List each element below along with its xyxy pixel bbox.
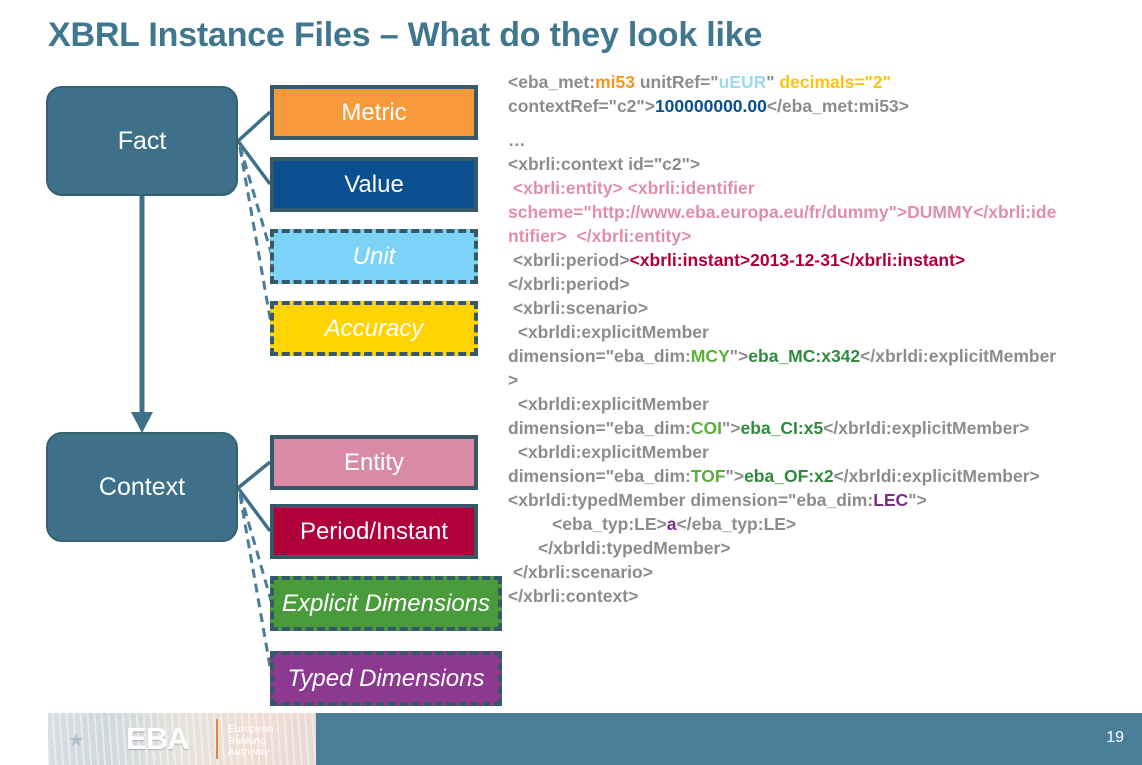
- code-line-15: dimension="eba_dim:COI">eba_CI:x5</xbrld…: [508, 418, 1030, 438]
- footer-bar: ★ EBA European Banking Authority 19: [48, 713, 1142, 765]
- node-fact[interactable]: Fact: [46, 86, 238, 196]
- star-icon: ★: [68, 730, 85, 750]
- code-line-11: <xbrldi:explicitMember: [508, 322, 709, 342]
- code-line-9: </xbrli:period>: [508, 274, 630, 294]
- code-line-3: …: [508, 130, 526, 150]
- concept-diagram: Fact Context Metric Value Unit Accuracy …: [0, 0, 505, 710]
- attr-entity[interactable]: Entity: [270, 435, 478, 490]
- code-line-5: <xbrli:entity> <xbrli:identifier: [508, 178, 755, 198]
- org-line-3: Authority: [228, 746, 270, 758]
- code-line-22: </xbrli:context>: [508, 586, 639, 606]
- attr-period-instant-label: Period/Instant: [299, 517, 449, 545]
- code-line-13: >: [508, 370, 519, 390]
- code-line-16: <xbrldi:explicitMember: [508, 442, 709, 462]
- code-line-17: dimension="eba_dim:TOF">eba_OF:x2</xbrld…: [508, 466, 1040, 486]
- logo-divider: [216, 719, 218, 759]
- page-number: 19: [1106, 729, 1124, 746]
- code-line-19: <eba_typ:LE>a</eba_typ:LE>: [552, 514, 797, 534]
- code-line-21: </xbrli:scenario>: [508, 562, 653, 582]
- code-line-4: <xbrli:context id="c2">: [508, 154, 701, 174]
- attr-explicit-dimensions[interactable]: Explicit Dimensions: [270, 576, 502, 631]
- attr-value[interactable]: Value: [270, 157, 478, 212]
- code-line-6: scheme="http://www.eba.europa.eu/fr/dumm…: [508, 202, 1057, 222]
- slide: XBRL Instance Files – What do they look …: [0, 0, 1142, 765]
- org-line-2: Banking: [228, 734, 266, 747]
- code-line-10: <xbrli:scenario>: [508, 298, 649, 318]
- attr-unit[interactable]: Unit: [270, 229, 478, 284]
- node-fact-label: Fact: [117, 126, 167, 155]
- code-line-12: dimension="eba_dim:MCY">eba_MC:x342</xbr…: [508, 346, 1057, 366]
- code-line-8: <xbrli:period><xbrli:instant>2013-12-31<…: [508, 250, 966, 270]
- attr-unit-label: Unit: [352, 242, 396, 270]
- attr-explicit-dimensions-label: Explicit Dimensions: [281, 589, 491, 617]
- code-line-20: </xbrldi:typedMember>: [538, 538, 731, 558]
- code-spacer-1: [508, 118, 1142, 128]
- attr-accuracy[interactable]: Accuracy: [270, 301, 478, 356]
- org-line-1: European: [228, 723, 274, 735]
- attr-metric[interactable]: Metric: [270, 85, 478, 140]
- attr-value-label: Value: [344, 170, 404, 198]
- code-line-2: contextRef="c2">100000000.00</eba_met:mi…: [508, 96, 909, 116]
- node-context-label: Context: [98, 472, 186, 501]
- attr-typed-dimensions-label: Typed Dimensions: [287, 664, 485, 692]
- attr-entity-label: Entity: [343, 448, 405, 476]
- eba-org-name: European Banking Authority: [228, 723, 274, 759]
- xml-code-block: <eba_met:mi53 unitRef="uEUR" decimals="2…: [508, 70, 1142, 608]
- attr-period-instant[interactable]: Period/Instant: [270, 504, 478, 559]
- attr-metric-label: Metric: [341, 98, 407, 126]
- attr-typed-dimensions[interactable]: Typed Dimensions: [270, 651, 502, 706]
- code-line-14: <xbrldi:explicitMember: [508, 394, 709, 414]
- attr-accuracy-label: Accuracy: [324, 314, 424, 342]
- code-line-7: ntifier> </xbrli:entity>: [508, 226, 692, 246]
- code-line-18: <xbrldi:typedMember dimension="eba_dim:L…: [508, 490, 927, 510]
- eba-logo-text: EBA: [126, 721, 189, 756]
- code-line-1: <eba_met:mi53 unitRef="uEUR" decimals="2…: [508, 72, 891, 92]
- node-context[interactable]: Context: [46, 432, 238, 542]
